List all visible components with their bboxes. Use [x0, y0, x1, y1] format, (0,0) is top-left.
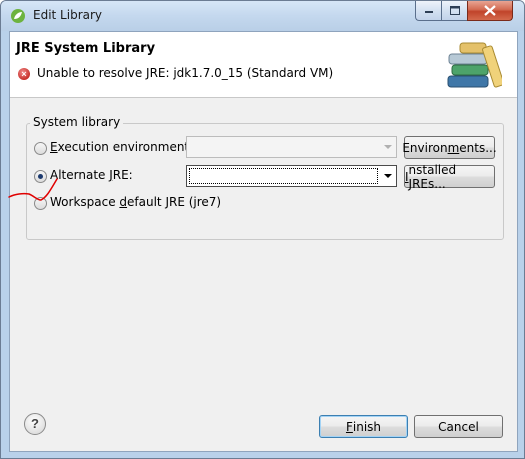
edit-library-dialog: Edit Library JRE System Library × Unable…	[0, 0, 525, 459]
maximize-icon	[449, 6, 460, 15]
execution-environment-label[interactable]: Execution environment:	[50, 140, 193, 154]
title-bar[interactable]: Edit Library	[1, 1, 524, 31]
execution-environment-radio[interactable]	[34, 142, 47, 155]
chevron-down-icon	[384, 145, 392, 149]
workspace-default-jre-label[interactable]: Workspace default JRE (jre7)	[50, 195, 221, 209]
window-title: Edit Library	[33, 8, 103, 22]
library-books-icon	[447, 42, 502, 88]
execution-environment-combo[interactable]	[186, 136, 397, 158]
close-button[interactable]	[467, 1, 513, 21]
workspace-default-jre-radio[interactable]	[34, 197, 47, 210]
minimize-button[interactable]	[415, 1, 441, 21]
system-library-label: System library	[30, 115, 124, 129]
error-icon: ×	[18, 68, 30, 80]
cancel-button[interactable]: Cancel	[414, 415, 503, 438]
dialog-header: JRE System Library × Unable to resolve J…	[10, 32, 517, 98]
alternate-jre-label[interactable]: Alternate JRE:	[50, 168, 133, 182]
page-title: JRE System Library	[16, 41, 156, 56]
finish-button[interactable]: Finish	[319, 415, 408, 438]
error-message: Unable to resolve JRE: jdk1.7.0_15 (Stan…	[37, 66, 334, 80]
maximize-button[interactable]	[441, 1, 468, 21]
dialog-client-area: JRE System Library × Unable to resolve J…	[9, 31, 518, 452]
eclipse-spring-icon	[11, 9, 25, 23]
chevron-down-icon	[384, 174, 392, 178]
minimize-icon	[424, 10, 433, 13]
focus-ring	[189, 168, 378, 184]
help-icon[interactable]: ?	[24, 413, 46, 435]
installed-jres-button[interactable]: Installed JREs...	[404, 163, 495, 191]
alternate-jre-radio[interactable]	[34, 170, 47, 183]
environments-button[interactable]: Environ m ents...	[402, 136, 497, 159]
close-icon	[484, 5, 496, 16]
alternate-jre-combo[interactable]	[186, 165, 397, 187]
